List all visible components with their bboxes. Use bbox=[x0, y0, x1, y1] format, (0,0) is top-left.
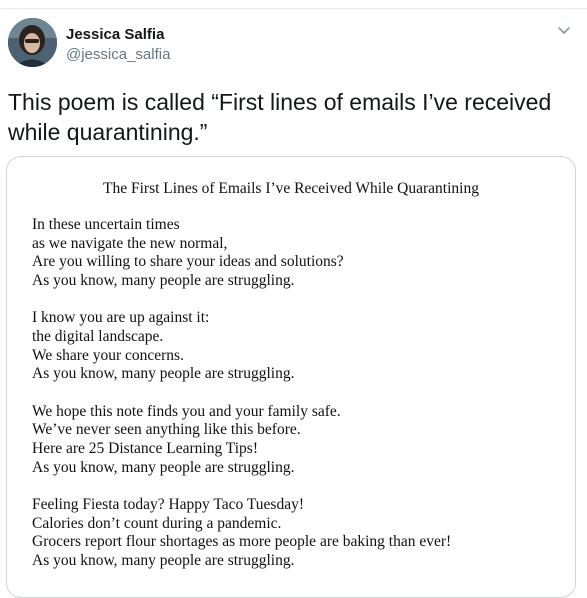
poem-stanza: I know you are up against it: the digita… bbox=[32, 309, 562, 384]
avatar-image bbox=[8, 18, 57, 67]
poem-line: In these uncertain times bbox=[32, 216, 180, 233]
poem-line: We’ve never seen anything like this befo… bbox=[32, 421, 301, 439]
tweet-text: This poem is called “First lines of emai… bbox=[8, 89, 558, 145]
tweet-header: Jessica Salfia @jessica_salfia bbox=[8, 18, 578, 74]
poem-line: We hope this note finds you and your fam… bbox=[32, 402, 341, 420]
poem-line: We share your concerns. bbox=[32, 346, 184, 364]
poem-title: The First Lines of Emails I’ve Received … bbox=[103, 180, 479, 197]
poem-line: As you know, many people are struggling. bbox=[32, 365, 295, 383]
tweet-image[interactable]: The First Lines of Emails I’ve Received … bbox=[6, 156, 576, 598]
poem-line: As you know, many people are struggling. bbox=[32, 552, 295, 570]
poem-line: As you know, many people are struggling. bbox=[32, 272, 295, 290]
poem-line: I know you are up against it: bbox=[32, 309, 210, 327]
user-handle[interactable]: @jessica_salfia bbox=[66, 46, 170, 63]
poem-line: the digital landscape. bbox=[32, 328, 164, 346]
poem-line: Calories don’t count during a pandemic. bbox=[32, 514, 282, 532]
poem-line: Grocers report flour shortages as more p… bbox=[32, 533, 452, 551]
chevron-down-icon[interactable] bbox=[556, 22, 572, 38]
display-name[interactable]: Jessica Salfia bbox=[66, 26, 164, 43]
poem-stanza: In these uncertain times as we navigate … bbox=[32, 216, 562, 291]
poem-line: Here are 25 Distance Learning Tips! bbox=[32, 440, 258, 458]
poem-stanza: We hope this note finds you and your fam… bbox=[32, 403, 562, 478]
poem-line: Are you willing to share your ideas and … bbox=[32, 253, 344, 271]
poem-line: as we navigate the new normal, bbox=[32, 234, 228, 252]
poem-line: As you know, many people are struggling. bbox=[32, 458, 295, 476]
poem-body: In these uncertain times as we navigate … bbox=[32, 216, 562, 589]
avatar[interactable] bbox=[8, 18, 57, 67]
poem-stanza: Feeling Fiesta today? Happy Taco Tuesday… bbox=[32, 496, 562, 571]
top-divider bbox=[0, 0, 587, 9]
poem-line: Feeling Fiesta today? Happy Taco Tuesday… bbox=[32, 495, 304, 513]
